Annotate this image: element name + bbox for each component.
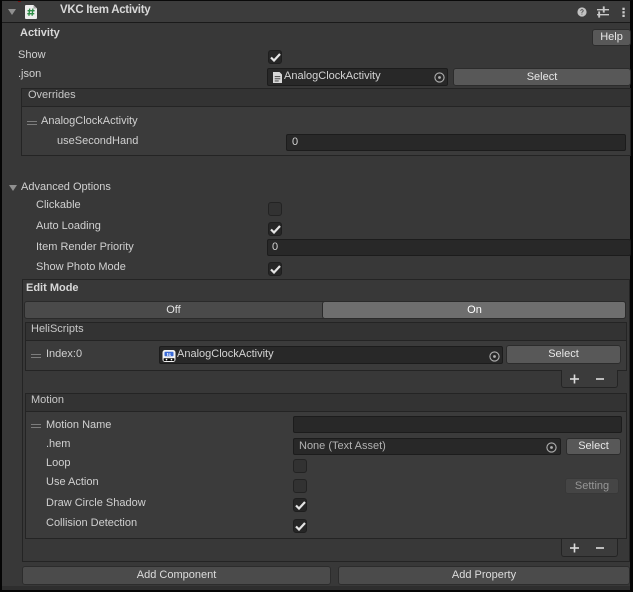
svg-text:tc: tc xyxy=(167,352,172,358)
